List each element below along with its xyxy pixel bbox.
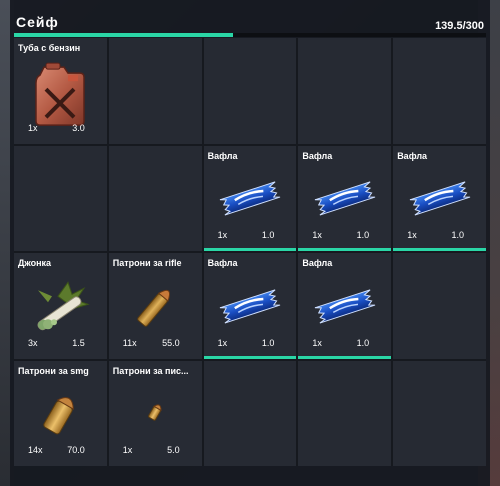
inventory-slot[interactable]: Патрони за rifle 11x 55.0: [108, 253, 202, 359]
item-durability-bar: [203, 355, 297, 359]
item-durability-bar: [203, 248, 297, 251]
inventory-slot[interactable]: Вафла 1x 1.0: [298, 253, 392, 359]
item-weight: 70.0: [67, 445, 85, 455]
item-name: Вафла: [397, 150, 428, 161]
smg-ammo-icon: [33, 387, 87, 446]
weight-progress-fill: [14, 33, 234, 37]
item-weight: 5.0: [167, 445, 180, 455]
item-name: Вафла: [302, 150, 333, 161]
wafer-icon: [312, 284, 378, 333]
item-quantity: 1x: [407, 230, 417, 240]
inventory-slot[interactable]: Джонка 3x 1.5: [14, 253, 107, 359]
empty-slot[interactable]: [108, 145, 202, 251]
empty-slot[interactable]: [393, 38, 486, 144]
gas-can-icon: [30, 61, 90, 132]
wafer-icon: [217, 177, 283, 226]
inventory-slot[interactable]: Вафла 1x 1.0: [393, 145, 486, 251]
item-name: Вафла: [207, 150, 238, 161]
rifle-ammo-icon: [128, 280, 182, 339]
game-screen: Сейф 139.5/300 Туба с бензин 1x 3.0 Вафла 1x…: [0, 0, 500, 486]
empty-slot[interactable]: [108, 38, 202, 144]
inventory-slot[interactable]: Вафла 1x 1.0: [298, 145, 392, 251]
item-quantity: 11x: [122, 337, 137, 348]
weight-progress-bar: [14, 33, 486, 37]
inventory-slot[interactable]: Вафла 1x 1.0: [203, 253, 297, 359]
item-quantity: 3x: [28, 337, 38, 348]
item-weight: 1.0: [451, 230, 464, 240]
empty-slot[interactable]: [393, 360, 486, 466]
item-durability-bar: [393, 248, 486, 251]
item-weight: 1.0: [356, 337, 370, 348]
item-name: Джонка: [18, 258, 52, 268]
item-quantity: 1x: [28, 122, 38, 133]
item-durability-bar: [298, 355, 392, 359]
empty-slot[interactable]: [298, 38, 392, 144]
item-name: Патрони за rifle: [112, 258, 182, 268]
item-quantity: 1x: [217, 337, 228, 348]
wafer-icon: [217, 284, 283, 333]
item-name: Патрони за smg: [18, 365, 89, 376]
inventory-slot[interactable]: Патрони за пис... 1x 5.0: [108, 360, 202, 466]
inventory-slot[interactable]: Вафла 1x 1.0: [203, 145, 297, 251]
inventory-title: Сейф: [16, 14, 59, 30]
joint-icon: [28, 278, 92, 341]
empty-slot[interactable]: [203, 38, 297, 144]
item-weight: 1.0: [261, 230, 275, 240]
item-durability-bar: [298, 248, 392, 251]
inventory-grid: Туба с бензин 1x 3.0 Вафла 1x 1.0 Вафла 1x 1.0 Ва…: [14, 38, 486, 466]
item-quantity: 1x: [312, 337, 322, 348]
item-quantity: 1x: [312, 230, 322, 240]
empty-slot[interactable]: [393, 253, 486, 359]
item-quantity: 1x: [122, 445, 133, 455]
item-quantity: 14x: [28, 445, 43, 455]
inventory-slot[interactable]: Патрони за smg 14x 70.0: [14, 360, 107, 466]
safe-inventory-panel: Сейф 139.5/300 Туба с бензин 1x 3.0 Вафла 1x…: [10, 0, 490, 486]
item-weight: 55.0: [162, 337, 180, 348]
pistol-ammo-icon: [140, 398, 170, 433]
item-quantity: 1x: [217, 230, 228, 240]
wafer-icon: [312, 177, 378, 226]
item-name: Вафла: [207, 258, 238, 268]
item-weight: 1.0: [356, 230, 370, 240]
item-name: Туба с бензин: [18, 43, 81, 53]
item-weight: 3.0: [72, 122, 85, 133]
item-weight: 1.0: [261, 337, 275, 348]
item-name: Патрони за пис...: [112, 365, 189, 376]
empty-slot[interactable]: [203, 360, 297, 466]
inventory-weight: 139.5/300: [435, 20, 484, 32]
item-name: Вафла: [302, 258, 333, 268]
item-weight: 1.5: [72, 337, 85, 348]
empty-slot[interactable]: [14, 145, 107, 251]
empty-slot[interactable]: [298, 360, 392, 466]
wafer-icon: [407, 177, 473, 226]
inventory-slot[interactable]: Туба с бензин 1x 3.0: [14, 38, 107, 144]
